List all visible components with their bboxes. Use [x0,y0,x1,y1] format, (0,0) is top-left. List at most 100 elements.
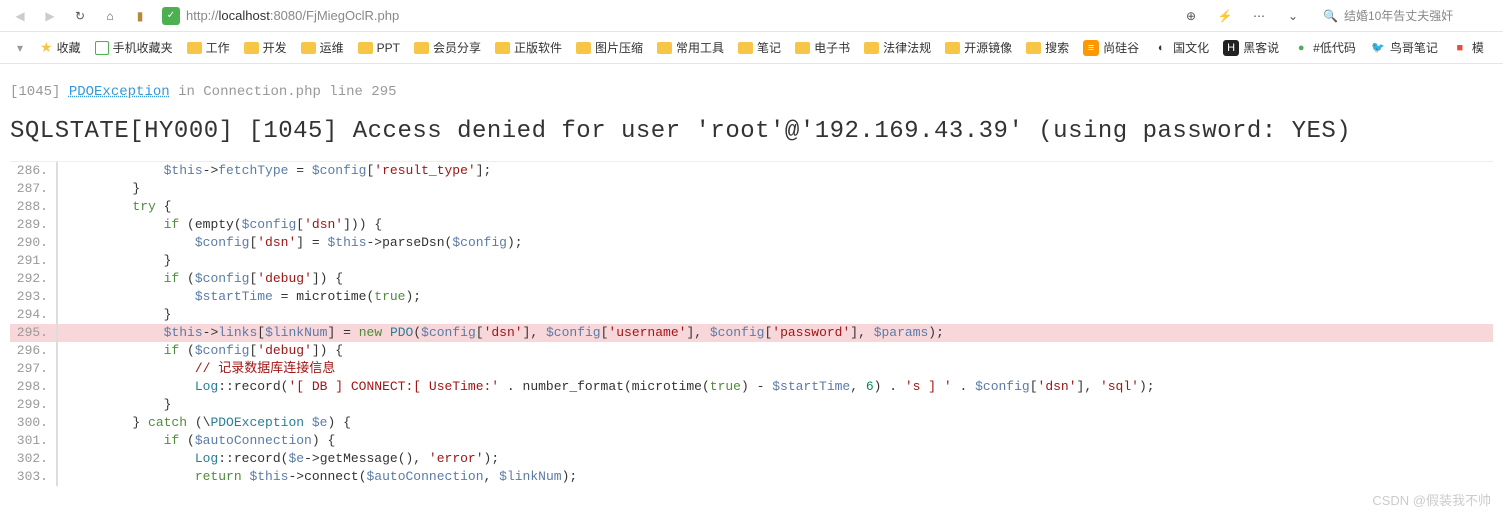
line-number: 287. [10,180,58,198]
line-content: } catch (\PDOException $e) { [58,414,1493,432]
forward-button[interactable]: ▶ [38,4,62,28]
bookmark-item[interactable]: 运维 [295,36,350,59]
site-icon: 🐦 [1370,40,1386,56]
code-line: 291. } [10,252,1493,270]
browser-toolbar: ◀ ▶ ↻ ⌂ ▮ ✓ http://localhost:8080/FjMieg… [0,0,1503,32]
bookmark-item[interactable]: 会员分享 [408,36,487,59]
code-line: 301. if ($autoConnection) { [10,432,1493,450]
bookmark-label: 运维 [320,39,344,56]
bookmark-label: 电子书 [814,39,850,56]
briefcase-icon[interactable]: ▮ [128,4,152,28]
bookmark-item[interactable]: 手机收藏夹 [89,36,179,59]
folder-icon [576,42,591,54]
search-box[interactable]: 🔍 结婚10年告丈夫强奸 [1315,7,1495,24]
url-bar[interactable]: ✓ http://localhost:8080/FjMiegOclR.php [158,7,1173,25]
bookmark-item[interactable]: 电子书 [789,36,856,59]
line-content: $this->links[$linkNum] = new PDO($config… [58,324,1493,342]
chevron-down-icon[interactable]: ⌄ [1281,4,1305,28]
folder-icon [738,42,753,54]
error-page: [1045] PDOException in Connection.php li… [0,64,1503,496]
folder-icon [864,42,879,54]
reload-button[interactable]: ↻ [68,4,92,28]
code-line: 286. $this->fetchType = $config['result_… [10,162,1493,180]
bookmark-label: 工作 [206,39,230,56]
bookmark-item[interactable]: ≡尚硅谷 [1077,36,1145,59]
url-text: http://localhost:8080/FjMiegOclR.php [186,8,399,23]
bookmark-item[interactable]: ★收藏 [34,36,87,59]
translate-icon[interactable]: ⊕ [1179,4,1203,28]
folder-icon [358,42,373,54]
code-line: 302. Log::record($e->getMessage(), 'erro… [10,450,1493,468]
folder-icon [301,42,316,54]
bookmark-item[interactable]: 搜索 [1020,36,1075,59]
bookmark-label: 开发 [263,39,287,56]
bookmark-item[interactable]: 工作 [181,36,236,59]
exception-link[interactable]: PDOException [69,84,170,100]
bookmark-label: 会员分享 [433,39,481,56]
bookmark-item[interactable]: 🐦鸟哥笔记 [1364,36,1444,59]
bookmark-item[interactable]: 常用工具 [651,36,730,59]
bookmark-item[interactable]: ■模 [1446,36,1490,59]
line-number: 297. [10,360,58,378]
error-code: [1045] [10,84,60,100]
line-content: if ($autoConnection) { [58,432,1493,450]
line-number: 296. [10,342,58,360]
code-line: 293. $startTime = microtime(true); [10,288,1493,306]
bookmark-item[interactable]: ●#低代码 [1287,36,1362,59]
line-number: 293. [10,288,58,306]
line-content: // 记录数据库连接信息 [58,360,1493,378]
code-line: 289. if (empty($config['dsn'])) { [10,216,1493,234]
folder-icon [414,42,429,54]
bookmarks-bar: ▾ ★收藏手机收藏夹 工作 开发 运维 PPT 会员分享正版软件图片压缩 常用工具笔记 电子书… [0,32,1503,64]
folder-icon [1026,42,1041,54]
line-number: 299. [10,396,58,414]
line-content: if ($config['debug']) { [58,270,1493,288]
more-icon[interactable]: ⋯ [1247,4,1271,28]
line-content: try { [58,198,1493,216]
bookmark-item[interactable]: 开发 [238,36,293,59]
bookmark-label: 黑客说 [1243,39,1279,56]
line-number: 302. [10,450,58,468]
line-number: 288. [10,198,58,216]
code-line: 287. } [10,180,1493,198]
search-placeholder: 结婚10年告丈夫强奸 [1344,7,1453,24]
bookmark-item[interactable]: 开源镜像 [939,36,1018,59]
code-line: 297. // 记录数据库连接信息 [10,360,1493,378]
line-content: Log::record($e->getMessage(), 'error'); [58,450,1493,468]
bookmark-label: 搜索 [1045,39,1069,56]
bookmark-label: 模 [1472,39,1484,56]
flash-icon[interactable]: ⚡ [1213,4,1237,28]
back-button[interactable]: ◀ [8,4,32,28]
code-block: 286. $this->fetchType = $config['result_… [10,161,1493,486]
watermark: CSDN @假装我不帅 [1372,490,1491,509]
code-line: 290. $config['dsn'] = $this->parseDsn($c… [10,234,1493,252]
code-line: 292. if ($config['debug']) { [10,270,1493,288]
line-content: if (empty($config['dsn'])) { [58,216,1493,234]
line-number: 286. [10,162,58,180]
line-number: 295. [10,324,58,342]
line-content: $startTime = microtime(true); [58,288,1493,306]
bookmark-label: 鸟哥笔记 [1390,39,1438,56]
bookmark-item[interactable]: 正版软件 [489,36,568,59]
line-content: Log::record('[ DB ] CONNECT:[ UseTime:' … [58,378,1493,396]
bookmark-item[interactable]: PPT [352,36,406,59]
folder-icon [795,42,810,54]
bookmark-item[interactable]: 笔记 [732,36,787,59]
bookmark-item[interactable]: H黑客说 [1217,36,1285,59]
code-line: 298. Log::record('[ DB ] CONNECT:[ UseTi… [10,378,1493,396]
bookmark-label: 法律法规 [883,39,931,56]
folder-icon [495,42,510,54]
home-button[interactable]: ⌂ [98,4,122,28]
folder-icon [244,42,259,54]
error-header: [1045] PDOException in Connection.php li… [10,84,1493,100]
bookmark-label: 常用工具 [676,39,724,56]
bookmark-item[interactable]: ◐国文化 [1147,36,1215,59]
bookmark-item[interactable]: 法律法规 [858,36,937,59]
bookmark-item[interactable]: 图片压缩 [570,36,649,59]
error-title: SQLSTATE[HY000] [1045] Access denied for… [10,118,1493,145]
line-content: $config['dsn'] = $this->parseDsn($config… [58,234,1493,252]
bookmarks-menu-icon[interactable]: ▾ [8,36,32,60]
device-icon [95,41,109,55]
line-number: 301. [10,432,58,450]
bookmark-label: 开源镜像 [964,39,1012,56]
